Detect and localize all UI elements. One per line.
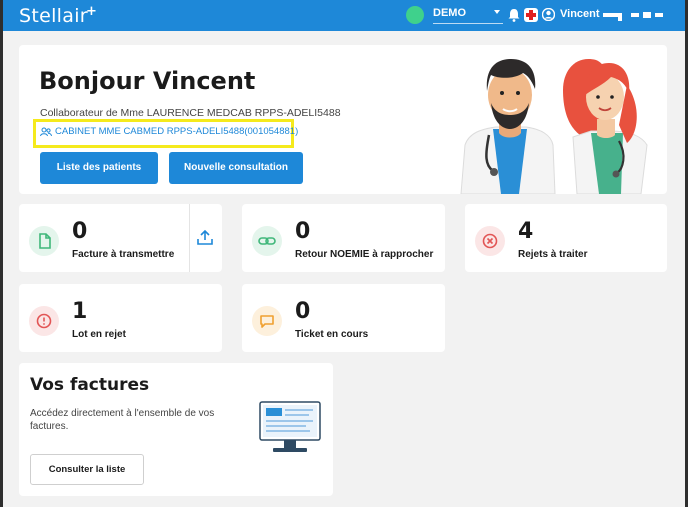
brand-star-icon: + (86, 4, 98, 19)
factures-card: Vos factures Accédez directement à l'ens… (19, 363, 333, 496)
link-icon-badge (252, 226, 282, 256)
factures-title: Vos factures (30, 375, 150, 395)
cabinet-link[interactable]: CABINET MME CABMED RPPS-ADELI5488(001054… (55, 126, 298, 137)
x-circle-icon (482, 233, 498, 249)
stat-card-rejets[interactable]: 4 Rejets à traiter (465, 204, 667, 272)
stat-card-ticket[interactable]: 0 Ticket en cours (242, 284, 445, 352)
message-icon-badge (252, 306, 282, 336)
upload-icon[interactable] (196, 228, 214, 246)
brand-logo[interactable]: Stellair + (19, 4, 97, 27)
bell-icon[interactable] (508, 8, 520, 22)
redacted-mark (643, 12, 651, 18)
new-consultation-button[interactable]: Nouvelle consultation (169, 152, 303, 184)
stat-value: 0 (295, 219, 311, 244)
environment-select[interactable]: DEMO (433, 7, 503, 25)
stat-value: 1 (72, 299, 88, 324)
collaborator-info: Collaborateur de Mme LAURENCE MEDCAB RPP… (40, 107, 341, 119)
stat-label: Ticket en cours (295, 329, 369, 340)
message-icon (260, 315, 274, 328)
user-icon[interactable] (542, 8, 555, 21)
users-icon (40, 127, 52, 137)
document-icon (39, 233, 51, 249)
app-window: Stellair + DEMO Vincent Bonjour Vincent … (3, 0, 685, 507)
stat-card-noemie[interactable]: 0 Retour NOEMIE à rapprocher (242, 204, 445, 272)
alert-circle-icon-badge (29, 306, 59, 336)
document-icon-badge (29, 226, 59, 256)
link-icon (258, 237, 276, 245)
welcome-card: Bonjour Vincent Collaborateur de Mme LAU… (19, 45, 667, 194)
cabinet-highlight: CABINET MME CABMED RPPS-ADELI5488(001054… (33, 119, 298, 148)
stat-card-lot-rejet[interactable]: 1 Lot en rejet (19, 284, 222, 352)
stat-label: Lot en rejet (72, 329, 126, 340)
select-underline (433, 23, 503, 24)
patients-list-button[interactable]: Liste des patients (40, 152, 158, 184)
monitor-illustration (259, 401, 321, 452)
doctors-illustration (460, 59, 648, 194)
brand-name: Stellair (19, 5, 88, 27)
greeting-title: Bonjour Vincent (39, 67, 256, 95)
chevron-down-icon (494, 10, 500, 14)
stat-label: Retour NOEMIE à rapprocher (295, 249, 434, 260)
redacted-mark (631, 13, 639, 17)
stat-value: 0 (72, 219, 88, 244)
stat-label: Rejets à traiter (518, 249, 588, 260)
alert-circle-icon (36, 313, 52, 329)
card-divider (189, 204, 190, 272)
status-indicator (406, 6, 424, 24)
stat-card-factures[interactable]: 0 Facture à transmettre (19, 204, 222, 272)
redacted-mark (655, 13, 663, 17)
swiss-cross-icon[interactable] (524, 8, 538, 22)
stat-value: 0 (295, 299, 311, 324)
stat-value: 4 (518, 219, 534, 244)
stat-label: Facture à transmettre (72, 249, 175, 260)
consult-list-button[interactable]: Consulter la liste (30, 454, 144, 485)
redacted-mark (618, 13, 622, 21)
x-circle-icon-badge (475, 226, 505, 256)
factures-description: Accédez directement à l'ensemble de vos … (30, 408, 215, 432)
top-bar: Stellair + DEMO Vincent (3, 0, 685, 31)
environment-value: DEMO (433, 7, 466, 19)
user-name[interactable]: Vincent (560, 8, 600, 20)
